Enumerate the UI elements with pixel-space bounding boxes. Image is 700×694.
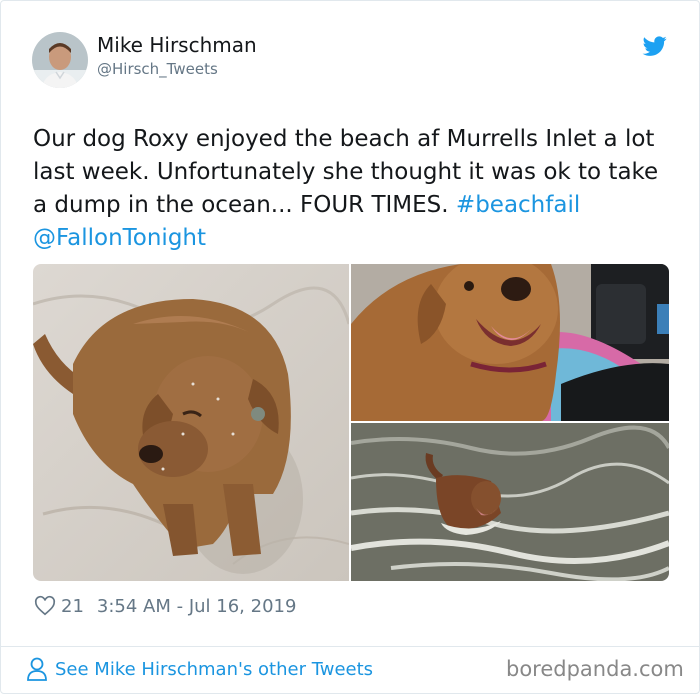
mention-link[interactable]: @FallonTonight [33,225,206,251]
tweet-timestamp[interactable]: 3:54 AM - Jul 16, 2019 [97,596,297,617]
watermark: boredpanda.com [506,657,684,681]
tweet-photo-dog-smiling[interactable] [351,264,669,421]
see-other-tweets-link[interactable]: See Mike Hirschman's other Tweets [26,656,373,682]
avatar[interactable] [32,32,88,88]
tweet-photo-dog-in-ocean[interactable] [351,423,669,581]
tweet-card: Mike Hirschman @Hirsch_Tweets Our dog Ro… [0,0,700,694]
twitter-bird-icon[interactable] [642,34,668,58]
hashtag-link[interactable]: #beachfail [456,192,580,218]
author-name[interactable]: Mike Hirschman [97,33,257,57]
tweet-text: Our dog Roxy enjoyed the beach af Murrel… [33,123,673,255]
tweet-photo-dog-on-sand[interactable] [33,264,349,581]
author-handle[interactable]: @Hirsch_Tweets [97,60,218,78]
tweet-meta: 21 3:54 AM - Jul 16, 2019 [34,595,296,617]
see-other-tweets-label[interactable]: See Mike Hirschman's other Tweets [55,659,373,680]
like-count: 21 [61,595,84,617]
heart-icon[interactable] [34,595,56,617]
person-icon [26,656,48,682]
divider [1,646,699,647]
